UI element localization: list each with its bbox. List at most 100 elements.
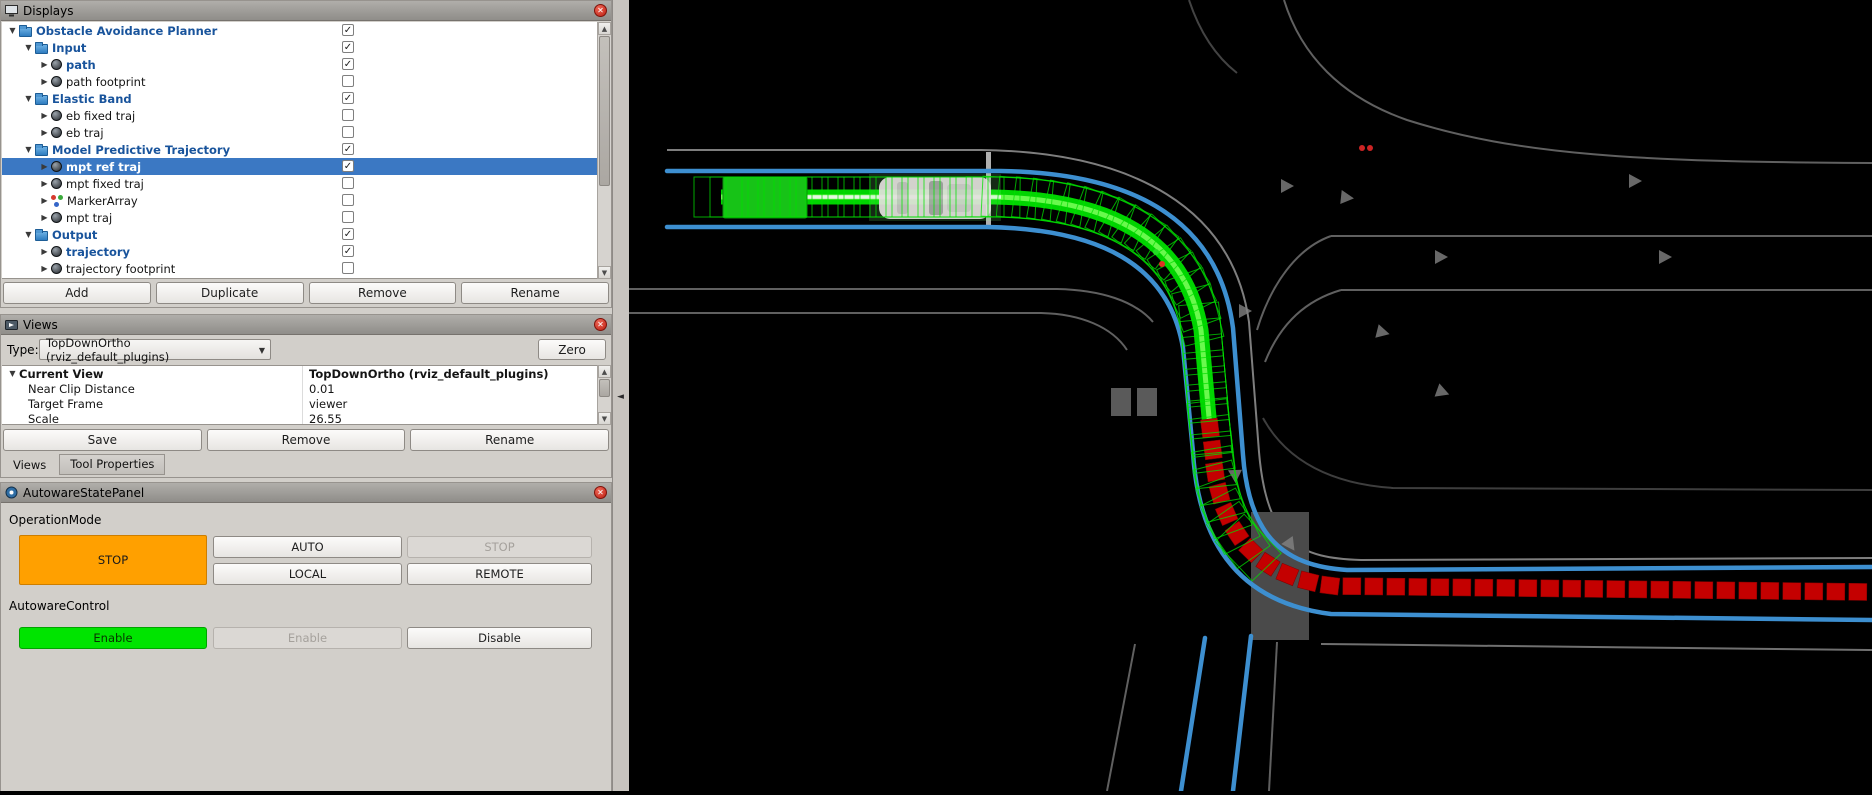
add-button[interactable]: Add (3, 282, 151, 304)
remove-button[interactable]: Remove (309, 282, 457, 304)
tree-row[interactable]: ▶mpt traj (2, 209, 610, 226)
tree-item-checkbox[interactable] (342, 211, 354, 223)
remove-view-button[interactable]: Remove (207, 429, 406, 451)
start-footprint (723, 177, 807, 218)
disable-button[interactable]: Disable (407, 627, 592, 649)
tree-item-checkbox[interactable]: ✓ (342, 160, 354, 172)
display-icon (51, 161, 62, 172)
zero-button[interactable]: Zero (538, 339, 606, 360)
scroll-up-icon[interactable]: ▲ (598, 22, 611, 35)
tree-item-checkbox[interactable]: ✓ (342, 58, 354, 70)
collapse-icon[interactable]: ▼ (6, 26, 19, 35)
scrollbar-thumb[interactable] (599, 379, 610, 397)
expand-icon[interactable]: ▶ (38, 264, 51, 273)
tree-item-checkbox[interactable] (342, 262, 354, 274)
property-row[interactable]: Scale26.55 (2, 411, 610, 425)
auto-button[interactable]: AUTO (213, 536, 402, 558)
tree-row[interactable]: ▶path✓ (2, 56, 610, 73)
tree-row[interactable]: ▶path footprint (2, 73, 610, 90)
tree-item-checkbox[interactable] (342, 177, 354, 189)
property-value[interactable]: 0.01 (302, 381, 610, 396)
views-scrollbar[interactable]: ▲ ▼ (597, 365, 611, 425)
collapse-icon[interactable]: ▼ (6, 369, 19, 378)
tree-item-checkbox[interactable]: ✓ (342, 24, 354, 36)
tab-tool-properties[interactable]: Tool Properties (59, 454, 165, 475)
rename-button[interactable]: Rename (461, 282, 609, 304)
local-button[interactable]: LOCAL (213, 563, 402, 585)
tree-item-checkbox[interactable] (342, 194, 354, 206)
dock-splitter[interactable]: ◄ (612, 0, 629, 791)
enable-current-button[interactable]: Enable (19, 627, 207, 649)
expand-icon[interactable]: ▶ (38, 162, 51, 171)
property-name: Near Clip Distance (28, 382, 135, 396)
scroll-down-icon[interactable]: ▼ (598, 266, 611, 279)
panel-title: AutowareStatePanel (23, 486, 589, 500)
views-title-bar[interactable]: Views ✕ (1, 315, 611, 335)
tree-row[interactable]: ▶trajectory footprint (2, 260, 610, 277)
property-row[interactable]: ▼Current ViewTopDownOrtho (rviz_default_… (2, 366, 610, 381)
tree-row[interactable]: ▼Input✓ (2, 39, 610, 56)
folder-icon (35, 44, 48, 54)
collapse-icon[interactable]: ▼ (22, 230, 35, 239)
expand-icon[interactable]: ▶ (38, 196, 51, 205)
close-icon[interactable]: ✕ (594, 4, 607, 17)
collapse-icon[interactable]: ▼ (22, 145, 35, 154)
tree-row[interactable]: ▼Elastic Band✓ (2, 90, 610, 107)
operation-mode-label: OperationMode (9, 513, 101, 527)
tree-row[interactable]: ▼Output✓ (2, 226, 610, 243)
expand-icon[interactable]: ▶ (38, 77, 51, 86)
tree-item-checkbox[interactable]: ✓ (342, 143, 354, 155)
collapse-left-icon[interactable]: ◄ (617, 392, 624, 402)
autoware-state-panel: AutowareStatePanel ✕ OperationMode STOP … (0, 482, 612, 791)
tree-item-label: Obstacle Avoidance Planner (36, 24, 217, 38)
display-icon (51, 110, 62, 121)
displays-title-bar[interactable]: Displays ✕ (1, 1, 611, 21)
tree-item-checkbox[interactable]: ✓ (342, 92, 354, 104)
tree-item-checkbox[interactable]: ✓ (342, 245, 354, 257)
expand-icon[interactable]: ▶ (38, 247, 51, 256)
tree-item-label: eb fixed traj (66, 109, 135, 123)
tree-row[interactable]: ▶mpt ref traj✓ (2, 158, 610, 175)
scroll-up-icon[interactable]: ▲ (598, 365, 611, 378)
property-value[interactable]: TopDownOrtho (rviz_default_plugins) (302, 366, 610, 381)
tree-row[interactable]: ▼Model Predictive Trajectory✓ (2, 141, 610, 158)
expand-icon[interactable]: ▶ (38, 128, 51, 137)
expand-icon[interactable]: ▶ (38, 60, 51, 69)
scroll-down-icon[interactable]: ▼ (598, 412, 611, 425)
tab-views[interactable]: Views (3, 455, 56, 475)
expand-icon[interactable]: ▶ (38, 213, 51, 222)
tree-item-checkbox[interactable] (342, 126, 354, 138)
tree-row[interactable]: ▶ eb fixed traj (2, 107, 610, 124)
property-row[interactable]: Target Frameviewer (2, 396, 610, 411)
close-icon[interactable]: ✕ (594, 486, 607, 499)
expand-icon[interactable]: ▶ (38, 111, 51, 120)
tree-item-checkbox[interactable]: ✓ (342, 41, 354, 53)
view-type-dropdown[interactable]: TopDownOrtho (rviz_default_plugins) ▼ (39, 339, 271, 360)
displays-tree[interactable]: ▼Obstacle Avoidance Planner✓▼Input✓▶path… (2, 22, 610, 279)
displays-scrollbar[interactable]: ▲ ▼ (597, 22, 611, 279)
tree-row[interactable]: ▼ Obstacle Avoidance Planner ✓ (2, 22, 610, 39)
tree-item-checkbox[interactable] (342, 109, 354, 121)
collapse-icon[interactable]: ▼ (22, 94, 35, 103)
close-icon[interactable]: ✕ (594, 318, 607, 331)
render-viewport[interactable] (629, 0, 1872, 791)
collapse-icon[interactable]: ▼ (22, 43, 35, 52)
remote-button[interactable]: REMOTE (407, 563, 592, 585)
save-button[interactable]: Save (3, 429, 202, 451)
tree-item-checkbox[interactable]: ✓ (342, 228, 354, 240)
tree-row[interactable]: ▶mpt fixed traj (2, 175, 610, 192)
property-row[interactable]: Near Clip Distance 0.01 (2, 381, 610, 396)
rename-view-button[interactable]: Rename (410, 429, 609, 451)
property-value[interactable]: viewer (302, 396, 610, 411)
property-value[interactable]: 26.55 (302, 411, 610, 425)
tree-row[interactable]: ▶ trajectory ✓ (2, 243, 610, 260)
scrollbar-thumb[interactable] (599, 36, 610, 186)
tree-item-label: trajectory (66, 245, 130, 259)
tree-row[interactable]: ▶MarkerArray (2, 192, 610, 209)
tree-row[interactable]: ▶eb traj (2, 124, 610, 141)
operation-mode-current-button[interactable]: STOP (19, 535, 207, 585)
tree-item-checkbox[interactable] (342, 75, 354, 87)
duplicate-button[interactable]: Duplicate (156, 282, 304, 304)
expand-icon[interactable]: ▶ (38, 179, 51, 188)
state-title-bar[interactable]: AutowareStatePanel ✕ (1, 483, 611, 503)
